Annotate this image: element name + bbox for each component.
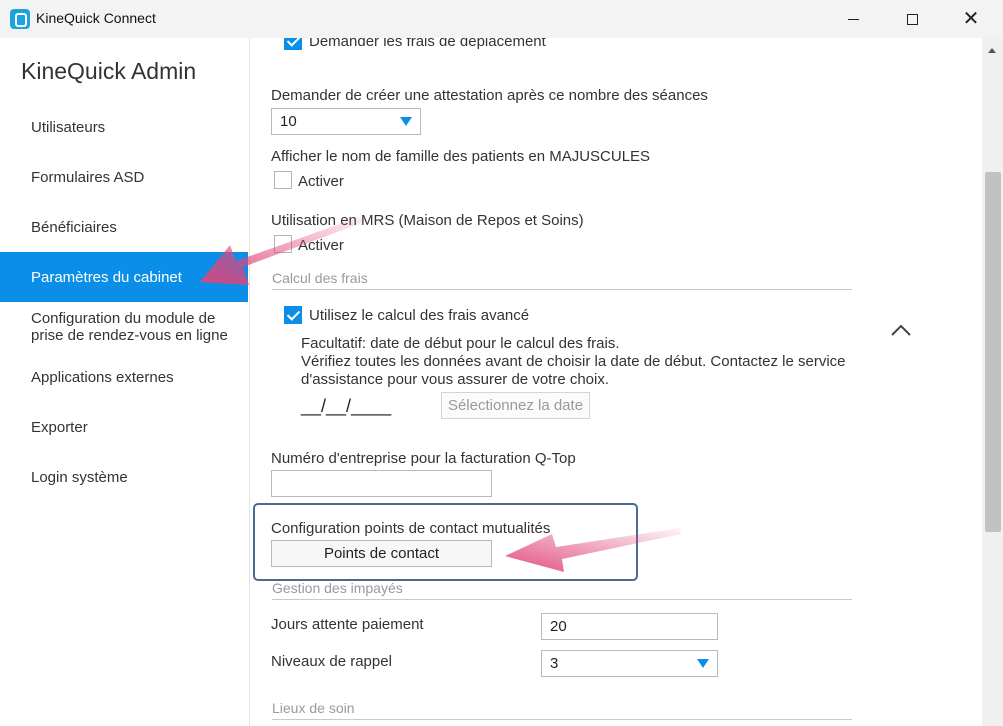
advanced-fees-checkbox[interactable] xyxy=(284,306,302,324)
select-date-button[interactable]: Sélectionnez la date xyxy=(441,392,590,419)
sidebar: KineQuick Admin Utilisateurs Formulaires… xyxy=(0,38,250,726)
sidebar-item-label: Paramètres du cabinet xyxy=(31,268,182,286)
sidebar-item-formulaires-asd[interactable]: Formulaires ASD xyxy=(0,152,248,202)
sidebar-item-beneficiaires[interactable]: Bénéficiaires xyxy=(0,202,248,252)
attestation-label: Demander de créer une attestation après … xyxy=(271,87,708,104)
sidebar-item-parametres-cabinet[interactable]: Paramètres du cabinet xyxy=(0,252,248,302)
highlight-box xyxy=(253,503,638,581)
unpaid-section-title: Gestion des impayés xyxy=(272,580,403,596)
sidebar-item-applications-externes[interactable]: Applications externes xyxy=(0,352,248,402)
care-places-section-divider xyxy=(272,719,852,720)
travel-costs-label: Demander les frais de déplacement xyxy=(309,38,546,50)
maximize-button[interactable] xyxy=(889,0,935,38)
close-button[interactable]: ✕ xyxy=(948,0,994,38)
sidebar-item-label: Formulaires ASD xyxy=(31,168,145,186)
company-number-input[interactable] xyxy=(271,470,492,497)
fees-info-text: Facultatif: date de début pour le calcul… xyxy=(301,335,846,389)
collapse-chevron-icon[interactable] xyxy=(888,322,914,338)
uppercase-label: Afficher le nom de famille des patients … xyxy=(271,148,651,165)
reminder-levels-label: Niveaux de rappel xyxy=(271,653,392,670)
start-date-field[interactable]: __/__/____ xyxy=(301,396,391,417)
scrollbar-thumb[interactable] xyxy=(985,172,1001,532)
attestation-select[interactable]: 10 xyxy=(271,108,421,135)
fees-info-line: Vérifiez toutes les données avant de cho… xyxy=(301,353,846,370)
uppercase-checkbox-label: Activer xyxy=(298,173,344,190)
sidebar-item-utilisateurs[interactable]: Utilisateurs xyxy=(0,102,248,152)
mrs-checkbox-label: Activer xyxy=(298,237,344,254)
sidebar-item-exporter[interactable]: Exporter xyxy=(0,402,248,452)
sidebar-item-label: Exporter xyxy=(31,418,88,436)
wait-days-input[interactable]: 20 xyxy=(541,613,718,640)
vertical-scrollbar[interactable] xyxy=(982,38,1003,726)
dropdown-caret-icon xyxy=(697,659,709,668)
sidebar-item-configuration-rdv[interactable]: Configuration du module de prise de rende… xyxy=(0,302,248,352)
app-logo-icon xyxy=(10,9,30,29)
minimize-icon xyxy=(847,18,859,20)
attestation-select-value: 10 xyxy=(280,113,297,130)
maximize-icon xyxy=(906,13,918,25)
care-places-section-title: Lieux de soin xyxy=(272,700,355,716)
sidebar-item-login-systeme[interactable]: Login système xyxy=(0,452,248,502)
mrs-label: Utilisation en MRS (Maison de Repos et S… xyxy=(271,212,584,229)
title-bar: KineQuick Connect ✕ xyxy=(0,0,1003,38)
advanced-fees-label: Utilisez le calcul des frais avancé xyxy=(309,307,530,324)
company-number-label: Numéro d'entreprise pour la facturation … xyxy=(271,450,576,467)
close-icon: ✕ xyxy=(962,8,980,30)
sidebar-title: KineQuick Admin xyxy=(21,58,197,84)
minimize-button[interactable] xyxy=(830,0,876,38)
scroll-up-arrow-icon[interactable] xyxy=(982,44,1003,58)
wait-days-label: Jours attente paiement xyxy=(271,616,424,633)
fees-section-divider xyxy=(272,289,852,290)
settings-panel: Demander les frais de déplacement Demand… xyxy=(251,38,982,726)
fees-info-line: d'assistance pour vous assurer de votre … xyxy=(301,371,610,388)
travel-costs-checkbox[interactable] xyxy=(284,38,302,50)
sidebar-item-label-line2: prise de rendez-vous en ligne xyxy=(31,327,228,344)
sidebar-item-label-line1: Configuration du module de xyxy=(31,310,216,327)
uppercase-checkbox[interactable] xyxy=(274,171,292,189)
sidebar-item-label: Login système xyxy=(31,468,128,486)
window-title: KineQuick Connect xyxy=(36,10,156,26)
sidebar-item-label: Utilisateurs xyxy=(31,118,106,136)
fees-info-line: Facultatif: date de début pour le calcul… xyxy=(301,335,620,352)
sidebar-item-label: Bénéficiaires xyxy=(31,218,117,236)
dropdown-caret-icon xyxy=(400,117,412,126)
mrs-checkbox[interactable] xyxy=(274,235,292,253)
reminder-levels-select[interactable]: 3 xyxy=(541,650,718,677)
unpaid-section-divider xyxy=(272,599,852,600)
reminder-levels-select-value: 3 xyxy=(550,655,559,672)
sidebar-item-label: Configuration du module de prise de rende… xyxy=(31,310,228,344)
sidebar-item-label: Applications externes xyxy=(31,368,174,386)
fees-section-title: Calcul des frais xyxy=(272,270,368,286)
